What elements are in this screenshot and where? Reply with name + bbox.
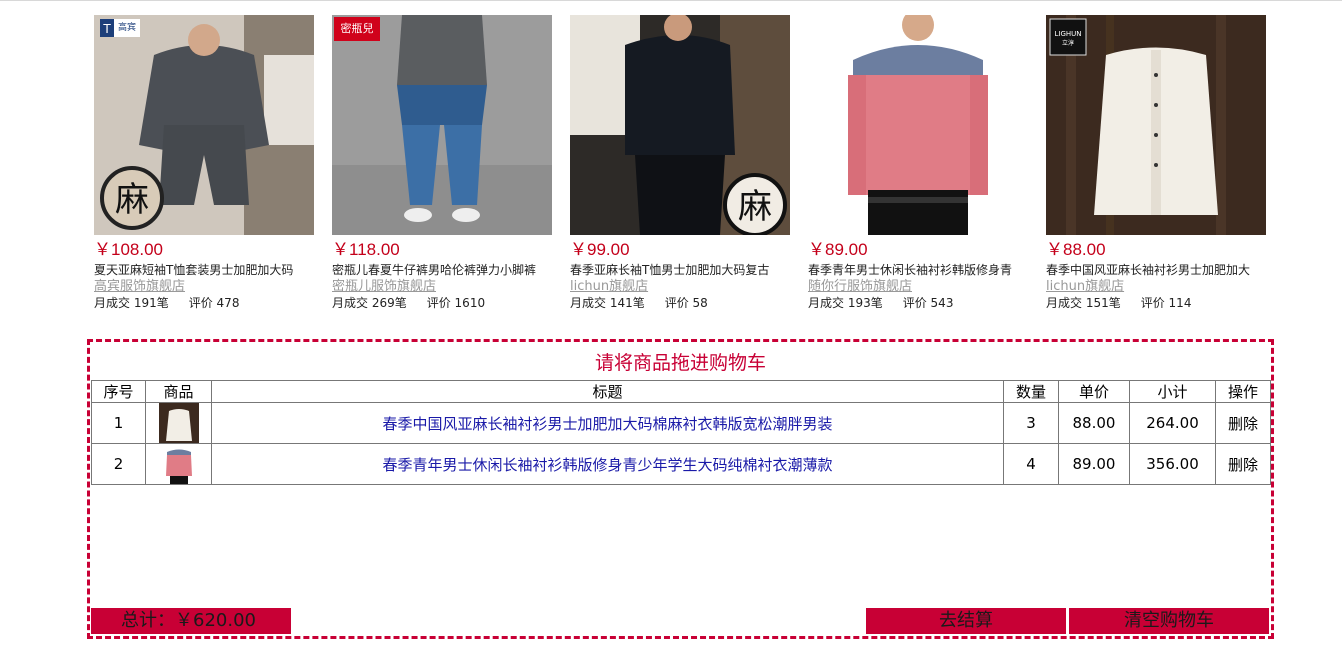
svg-text:麻: 麻	[115, 180, 149, 220]
shop-link[interactable]: lichun旗舰店	[1046, 279, 1266, 295]
svg-text:LIGHUN: LIGHUN	[1054, 30, 1081, 38]
column-header: 单价	[1058, 380, 1130, 403]
product-stats: 月成交 191笔 评价 478	[94, 295, 314, 312]
column-header: 序号	[91, 380, 146, 403]
row-index: 2	[91, 443, 146, 485]
product-card[interactable]: LIGHUN 立淳 ￥88.00 春季中国风亚麻长袖衬衫男士加肥加大 lichu…	[1046, 15, 1266, 312]
svg-text:T: T	[102, 22, 111, 36]
product-grid: 麻 T 高宾 ￥108.00 夏天亚麻短袖T恤套装男士加肥加大码 高宾服饰旗舰店…	[94, 15, 1266, 312]
row-thumbnail	[145, 402, 212, 444]
column-header: 小计	[1129, 380, 1216, 403]
column-header: 操作	[1215, 380, 1271, 403]
shop-link[interactable]: 高宾服饰旗舰店	[94, 279, 314, 295]
cart-row: 1 春季中国风亚麻长袖衬衫男士加肥加大码棉麻衬衣韩版宽松潮胖男装 3 88.00…	[91, 402, 1271, 444]
column-header: 标题	[211, 380, 1004, 403]
shop-link[interactable]: 密瓶儿服饰旗舰店	[332, 279, 552, 295]
svg-text:密瓶兒: 密瓶兒	[341, 21, 374, 35]
product-price: ￥89.00	[808, 240, 868, 259]
product-price: ￥118.00	[332, 240, 400, 259]
brand-logo: 高宾	[118, 21, 136, 33]
review-count: 评价 478	[188, 296, 240, 310]
top-divider	[0, 0, 1342, 1]
row-title[interactable]: 春季青年男士休闲长袖衬衫韩版修身青少年学生大码纯棉衬衣潮薄款	[211, 443, 1004, 485]
cart-table: 序号 商品 标题 数量 单价 小计 操作 1 春季中国风亚麻长袖衬衫男士加肥加大…	[91, 380, 1271, 485]
product-price: ￥99.00	[570, 240, 630, 259]
product-price: ￥108.00	[94, 240, 163, 259]
product-stats: 月成交 141笔 评价 58	[570, 295, 790, 312]
product-title[interactable]: 春季中国风亚麻长袖衬衫男士加肥加大	[1046, 261, 1266, 279]
monthly-sales: 月成交 191笔	[94, 296, 169, 310]
product-image[interactable]: 密瓶兒	[332, 15, 552, 235]
product-card[interactable]: 密瓶兒 ￥118.00 密瓶儿春夏牛仔裤男哈伦裤弹力小脚裤 密瓶儿服饰旗舰店 月…	[332, 15, 552, 312]
product-title[interactable]: 夏天亚麻短袖T恤套装男士加肥加大码	[94, 261, 314, 279]
product-image[interactable]	[808, 15, 1028, 235]
product-card[interactable]: ￥89.00 春季青年男士休闲长袖衬衫韩版修身青 随你行服饰旗舰店 月成交 19…	[808, 15, 1028, 312]
cart-total: 总计：￥620.00	[91, 608, 291, 634]
product-stats: 月成交 269笔 评价 1610	[332, 295, 552, 312]
row-subtotal: 264.00	[1129, 402, 1216, 444]
checkout-button[interactable]: 去结算	[866, 608, 1066, 634]
review-count: 评价 543	[902, 296, 954, 310]
monthly-sales: 月成交 193笔	[808, 296, 883, 310]
product-image[interactable]: LIGHUN 立淳	[1046, 15, 1266, 235]
row-quantity: 3	[1003, 402, 1059, 444]
delete-button[interactable]: 删除	[1215, 443, 1271, 485]
cart-heading: 请将商品拖进购物车	[594, 352, 766, 374]
svg-text:麻: 麻	[738, 187, 772, 227]
shop-link[interactable]: 随你行服饰旗舰店	[808, 279, 1028, 295]
product-title[interactable]: 密瓶儿春夏牛仔裤男哈伦裤弹力小脚裤	[332, 261, 552, 279]
row-unit-price: 88.00	[1058, 402, 1130, 444]
monthly-sales: 月成交 151笔	[1046, 296, 1121, 310]
cart-footer: 总计：￥620.00 去结算 清空购物车	[91, 608, 1271, 634]
review-count: 评价 1610	[426, 296, 486, 310]
row-unit-price: 89.00	[1058, 443, 1130, 485]
row-title[interactable]: 春季中国风亚麻长袖衬衫男士加肥加大码棉麻衬衣韩版宽松潮胖男装	[211, 402, 1004, 444]
product-image[interactable]: 麻 T 高宾	[94, 15, 314, 235]
product-card[interactable]: 麻 ￥99.00 春季亚麻长袖T恤男士加肥加大码复古 lichun旗舰店 月成交…	[570, 15, 790, 312]
review-count: 评价 58	[664, 296, 708, 310]
product-stats: 月成交 193笔 评价 543	[808, 295, 1028, 312]
column-header: 商品	[145, 380, 212, 403]
clear-cart-button[interactable]: 清空购物车	[1069, 608, 1269, 634]
product-card[interactable]: 麻 T 高宾 ￥108.00 夏天亚麻短袖T恤套装男士加肥加大码 高宾服饰旗舰店…	[94, 15, 314, 312]
shop-link[interactable]: lichun旗舰店	[570, 279, 790, 295]
cart-table-header: 序号 商品 标题 数量 单价 小计 操作	[91, 380, 1271, 403]
monthly-sales: 月成交 269笔	[332, 296, 407, 310]
row-subtotal: 356.00	[1129, 443, 1216, 485]
product-title[interactable]: 春季亚麻长袖T恤男士加肥加大码复古	[570, 261, 790, 279]
svg-text:立淳: 立淳	[1062, 39, 1074, 47]
review-count: 评价 114	[1140, 296, 1192, 310]
row-index: 1	[91, 402, 146, 444]
cart-drop-zone[interactable]: 请将商品拖进购物车 序号 商品 标题 数量 单价 小计 操作 1 春季中国风亚麻…	[87, 339, 1274, 639]
product-stats: 月成交 151笔 评价 114	[1046, 295, 1266, 312]
product-image[interactable]: 麻	[570, 15, 790, 235]
product-title[interactable]: 春季青年男士休闲长袖衬衫韩版修身青	[808, 261, 1028, 279]
monthly-sales: 月成交 141笔	[570, 296, 645, 310]
product-price: ￥88.00	[1046, 240, 1106, 259]
row-thumbnail	[145, 443, 212, 485]
delete-button[interactable]: 删除	[1215, 402, 1271, 444]
cart-row: 2 春季青年男士休闲长袖衬衫韩版修身青少年学生大码纯棉衬衣潮薄款 4 89.00…	[91, 443, 1271, 485]
column-header: 数量	[1003, 380, 1059, 403]
row-quantity: 4	[1003, 443, 1059, 485]
